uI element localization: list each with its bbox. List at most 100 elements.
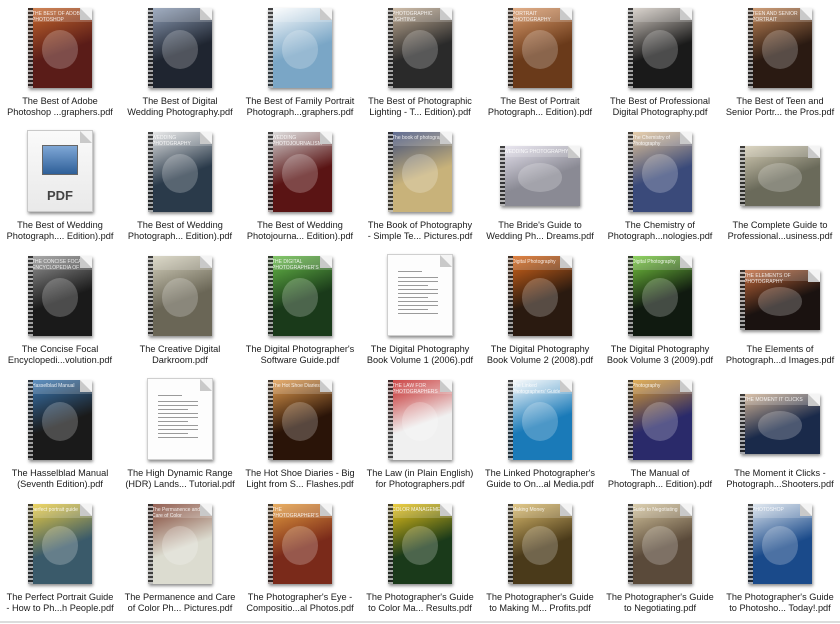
pdf-file-item[interactable]: PORTRAIT PHOTOGRAPHY The Best of Portrait… xyxy=(480,4,600,128)
book-cover-thumbnail[interactable]: PORTRAIT PHOTOGRAPHY xyxy=(508,8,572,88)
file-name-label[interactable]: The Complete Guide toProfessional...usin… xyxy=(722,220,838,242)
file-name-label[interactable]: The Manual ofPhotograph... Edition).pdf xyxy=(602,468,718,490)
file-thumbnail-area[interactable]: THE MOMENT IT CLICKS xyxy=(730,376,830,460)
file-thumbnail-area[interactable]: THE PHOTOGRAPHER'S EYE xyxy=(250,500,350,584)
pdf-file-item[interactable]: THE PHOTOGRAPHER'S EYEThe Photographer's… xyxy=(240,500,360,624)
pdf-file-item[interactable]: THE BEST OF ADOBE PHOTOSHOP The Best of A… xyxy=(0,4,120,128)
file-thumbnail-area[interactable]: WEDDING PHOTOGRAPHY xyxy=(490,128,590,212)
pdf-document-icon[interactable]: PDF xyxy=(27,130,93,212)
file-thumbnail-area[interactable]: Digital Photography xyxy=(490,252,590,336)
file-thumbnail-area[interactable] xyxy=(130,4,230,88)
pdf-file-item[interactable]: The Best of Family PortraitPhotograph...… xyxy=(240,4,360,128)
book-cover-thumbnail[interactable] xyxy=(740,146,820,206)
file-name-label[interactable]: The Law (in Plain English)for Photograph… xyxy=(362,468,478,490)
book-cover-thumbnail[interactable]: THE PHOTOGRAPHER'S EYE xyxy=(268,504,332,584)
file-name-label[interactable]: The Best of Teen andSenior Portr... the … xyxy=(722,96,838,118)
pdf-file-item[interactable]: The Creative DigitalDarkroom.pdf xyxy=(120,252,240,376)
file-name-label[interactable]: The Chemistry ofPhotograph...nologies.pd… xyxy=(602,220,718,242)
book-cover-thumbnail[interactable]: Photography xyxy=(628,380,692,460)
pdf-file-item[interactable]: THE MOMENT IT CLICKS The Moment it Clicks… xyxy=(720,376,840,500)
file-thumbnail-area[interactable]: The Linked Photographers' Guide xyxy=(490,376,590,460)
file-name-label[interactable]: The Best of DigitalWedding Photography.p… xyxy=(122,96,238,118)
file-thumbnail-area[interactable]: PDF xyxy=(10,128,110,212)
pdf-file-item[interactable]: The Best of ProfessionalDigital Photogra… xyxy=(600,4,720,128)
book-cover-thumbnail[interactable]: WEDDING PHOTOGRAPHY xyxy=(500,146,580,206)
file-name-label[interactable]: The Linked Photographer'sGuide to On...a… xyxy=(482,468,598,490)
file-thumbnail-area[interactable]: THE CONCISE FOCAL ENCYCLOPEDIA OF PHOTOG… xyxy=(10,252,110,336)
file-thumbnail-area[interactable] xyxy=(250,4,350,88)
file-name-label[interactable]: The Photographer's Guideto Color Ma... R… xyxy=(362,592,478,614)
file-thumbnail-area[interactable] xyxy=(610,4,710,88)
book-cover-thumbnail[interactable] xyxy=(148,256,212,336)
pdf-file-item[interactable]: The Digital PhotographyBook Volume 1 (20… xyxy=(360,252,480,376)
pdf-file-item[interactable]: PHOTOGRAPHIC LIGHTINGThe Best of Photogr… xyxy=(360,4,480,128)
file-thumbnail-area[interactable]: The Chemistry of Photography xyxy=(610,128,710,212)
file-name-label[interactable]: The Best of AdobePhotoshop ...graphers.p… xyxy=(2,96,118,118)
file-thumbnail-area[interactable]: THE ELEMENTS OF PHOTOGRAPHY xyxy=(730,252,830,336)
pdf-file-item[interactable]: WEDDING PHOTOGRAPHYThe Bride's Guide toW… xyxy=(480,128,600,252)
file-name-label[interactable]: The Digital Photographer'sSoftware Guide… xyxy=(242,344,358,366)
file-name-label[interactable]: The Hasselblad Manual(Seventh Edition).p… xyxy=(2,468,118,490)
book-cover-thumbnail[interactable] xyxy=(268,8,332,88)
file-name-label[interactable]: The Best of WeddingPhotograph.... Editio… xyxy=(2,220,118,242)
pdf-file-item[interactable]: Guide to NegotiatingThe Photographer's G… xyxy=(600,500,720,624)
book-cover-thumbnail[interactable]: COLOR MANAGEMENT xyxy=(388,504,452,584)
text-page-thumbnail[interactable] xyxy=(387,254,453,336)
pdf-file-item[interactable]: WEDDING PHOTOGRAPHY The Best of WeddingPh… xyxy=(120,128,240,252)
file-name-label[interactable]: The Best of ProfessionalDigital Photogra… xyxy=(602,96,718,118)
file-name-label[interactable]: The Best of PortraitPhotograph... Editio… xyxy=(482,96,598,118)
pdf-file-item[interactable]: Hasselblad Manual The Hasselblad Manual(S… xyxy=(0,376,120,500)
pdf-file-item[interactable]: Photography The Manual ofPhotograph... Ed… xyxy=(600,376,720,500)
pdf-file-item[interactable]: COLOR MANAGEMENT The Photographer's Guide… xyxy=(360,500,480,624)
book-cover-thumbnail[interactable]: perfect portrait guide xyxy=(28,504,92,584)
book-cover-thumbnail[interactable]: The Hot Shoe Diaries xyxy=(268,380,332,460)
file-thumbnail-area[interactable]: The book of photography xyxy=(370,128,470,212)
book-cover-thumbnail[interactable]: THE CONCISE FOCAL ENCYCLOPEDIA OF PHOTOG… xyxy=(28,256,92,336)
file-thumbnail-area[interactable]: THE LAW FOR PHOTOGRAPHERS xyxy=(370,376,470,460)
pdf-file-item[interactable]: Digital PhotographyThe Digital Photograp… xyxy=(480,252,600,376)
pdf-file-item[interactable]: Making MoneyThe Photographer's Guideto M… xyxy=(480,500,600,624)
pdf-file-item[interactable]: TEEN AND SENIOR PORTRAIT The Best of Teen… xyxy=(720,4,840,128)
pdf-file-item[interactable]: The book of photographyThe Book of Photo… xyxy=(360,128,480,252)
pdf-file-item[interactable]: Digital Photography The Digital Photograp… xyxy=(600,252,720,376)
pdf-file-item[interactable]: THE DIGITAL PHOTOGRAPHER'S SOFTWARE GUID… xyxy=(240,252,360,376)
book-cover-thumbnail[interactable]: WEDDING PHOTOGRAPHY xyxy=(148,132,212,212)
file-thumbnail-area[interactable]: PHOTOSHOP xyxy=(730,500,830,584)
pdf-file-item[interactable]: PHOTOSHOP The Photographer's Guideto Phot… xyxy=(720,500,840,624)
book-cover-thumbnail[interactable]: THE ELEMENTS OF PHOTOGRAPHY xyxy=(740,270,820,330)
book-cover-thumbnail[interactable]: Digital Photography xyxy=(628,256,692,336)
book-cover-thumbnail[interactable]: THE MOMENT IT CLICKS xyxy=(740,394,820,454)
file-name-label[interactable]: The Best of WeddingPhotojourna... Editio… xyxy=(242,220,358,242)
file-name-label[interactable]: The Moment it Clicks -Photograph...Shoot… xyxy=(722,468,838,490)
book-cover-thumbnail[interactable]: PHOTOSHOP xyxy=(748,504,812,584)
book-cover-thumbnail[interactable]: Guide to Negotiating xyxy=(628,504,692,584)
file-name-label[interactable]: The Digital PhotographyBook Volume 1 (20… xyxy=(362,344,478,366)
file-name-label[interactable]: The Photographer's Guideto Making M... P… xyxy=(482,592,598,614)
file-thumbnail-area[interactable]: The Hot Shoe Diaries xyxy=(250,376,350,460)
text-page-thumbnail[interactable] xyxy=(147,378,213,460)
file-name-label[interactable]: The Permanence and Careof Color Ph... Pi… xyxy=(122,592,238,614)
pdf-file-item[interactable]: PDF The Best of WeddingPhotograph.... Edi… xyxy=(0,128,120,252)
book-cover-thumbnail[interactable]: The book of photography xyxy=(388,132,452,212)
file-thumbnail-area[interactable]: WEDDING PHOTOGRAPHY xyxy=(130,128,230,212)
file-thumbnail-area[interactable]: THE BEST OF ADOBE PHOTOSHOP xyxy=(10,4,110,88)
pdf-file-item[interactable]: THE CONCISE FOCAL ENCYCLOPEDIA OF PHOTOG… xyxy=(0,252,120,376)
file-thumbnail-area[interactable]: COLOR MANAGEMENT xyxy=(370,500,470,584)
file-name-label[interactable]: The Digital PhotographyBook Volume 3 (20… xyxy=(602,344,718,366)
book-cover-thumbnail[interactable]: TEEN AND SENIOR PORTRAIT xyxy=(748,8,812,88)
book-cover-thumbnail[interactable]: The Chemistry of Photography xyxy=(628,132,692,212)
book-cover-thumbnail[interactable]: The Permanence and Care of Color Photogr… xyxy=(148,504,212,584)
file-name-label[interactable]: The Best of WeddingPhotograph... Edition… xyxy=(122,220,238,242)
book-cover-thumbnail[interactable]: Digital Photography xyxy=(508,256,572,336)
file-thumbnail-area[interactable] xyxy=(730,128,830,212)
file-name-label[interactable]: The Photographer's Guideto Photosho... T… xyxy=(722,592,838,614)
pdf-file-item[interactable]: The Complete Guide toProfessional...usin… xyxy=(720,128,840,252)
file-name-label[interactable]: The Concise FocalEncyclopedi...volution.… xyxy=(2,344,118,366)
file-name-label[interactable]: The Creative DigitalDarkroom.pdf xyxy=(122,344,238,366)
file-thumbnail-area[interactable]: Hasselblad Manual xyxy=(10,376,110,460)
pdf-file-item[interactable]: The Permanence and Care of Color Photogr… xyxy=(120,500,240,624)
book-cover-thumbnail[interactable]: WEDDING PHOTOJOURNALISM xyxy=(268,132,332,212)
book-cover-thumbnail[interactable] xyxy=(628,8,692,88)
file-thumbnail-area[interactable]: Photography xyxy=(610,376,710,460)
book-cover-thumbnail[interactable]: THE LAW FOR PHOTOGRAPHERS xyxy=(388,380,452,460)
